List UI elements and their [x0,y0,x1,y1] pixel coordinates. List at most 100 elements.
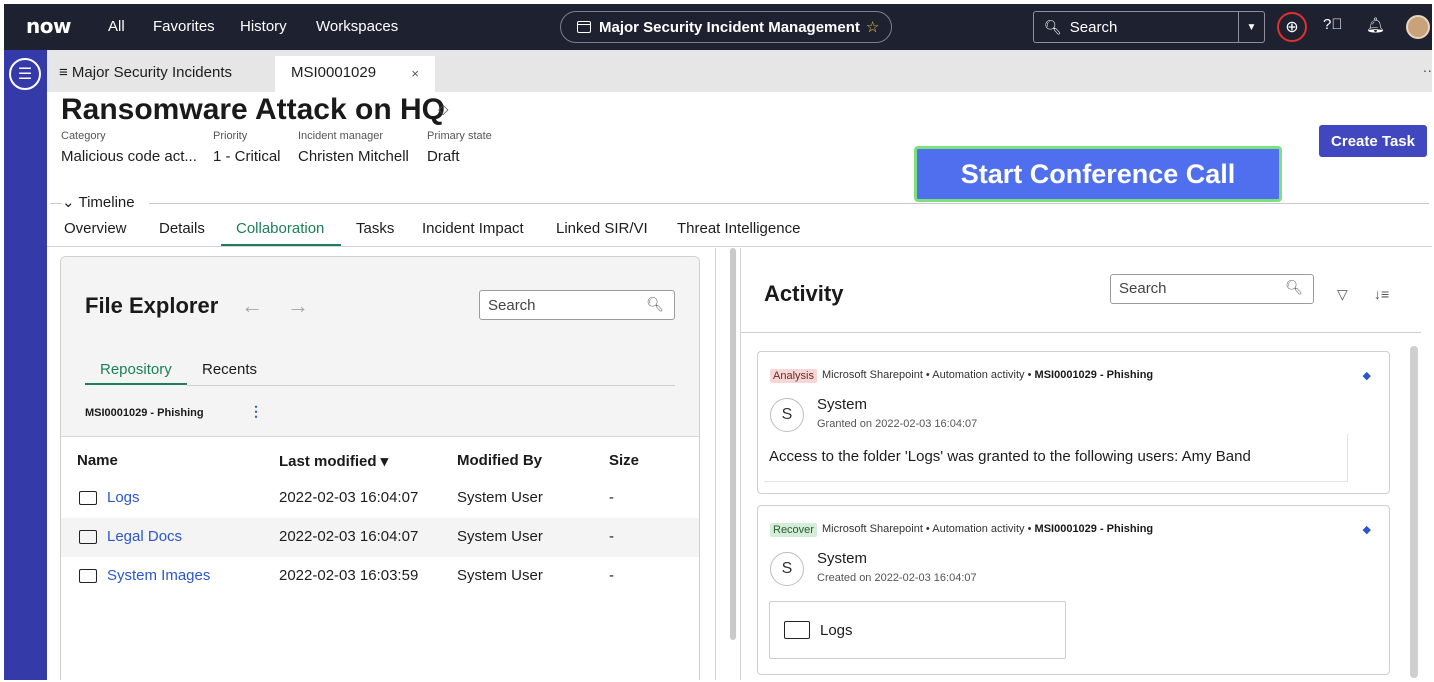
panel-splitter[interactable] [715,248,716,680]
priority-label: Priority [213,130,248,142]
create-task-button[interactable]: Create Task [1319,125,1427,157]
chevron-down-icon: ⌄ [62,194,75,211]
globe-icon[interactable]: ⊕ [1277,12,1307,42]
file-modified: 2022-02-03 16:04:07 [279,528,419,545]
timeline-toggle[interactable]: ⌄ Timeline [62,193,135,211]
search-scope-dropdown[interactable]: ▼ [1238,12,1264,42]
search-icon: 🔍︎ [646,296,664,312]
tab-record[interactable]: MSI0001029 × [275,56,435,92]
tab-incident-impact[interactable]: Incident Impact [422,220,524,237]
record-tabs: Overview Details Collaboration Tasks Inc… [47,216,1432,247]
servicenow-logo[interactable]: now [26,14,71,38]
timeline-divider [149,203,1429,204]
tab-major-security-incidents[interactable]: ≡ Major Security Incidents [59,64,232,81]
activity-scrollbar[interactable] [1410,346,1418,678]
top-navigation-bar: now All Favorites History Workspaces Maj… [4,4,1432,50]
global-search-input[interactable]: 🔍︎ Search ▼ [1033,11,1265,43]
active-tab-indicator [221,244,341,246]
file-name-link[interactable]: Legal Docs [107,528,182,545]
activity-timestamp: Created on 2022-02-03 16:04:07 [817,572,977,584]
activity-source-text: Microsoft Sharepoint • Automation activi… [822,523,1032,535]
primary-state-value: Draft [427,148,460,165]
incident-manager-value: Christen Mitchell [298,148,409,165]
tag-icon[interactable]: ◆ [1363,369,1371,382]
activity-card: Recover Microsoft Sharepoint • Automatio… [757,505,1390,675]
file-name-link[interactable]: Logs [107,489,140,506]
subtab-divider [187,385,675,386]
help-icon[interactable]: ?⃝ [1323,16,1343,33]
app-frame: now All Favorites History Workspaces Maj… [4,4,1432,680]
file-modified: 2022-02-03 16:04:07 [279,489,419,506]
logo-text: now [26,14,71,38]
incident-manager-label: Incident manager [298,130,383,142]
more-options-icon[interactable]: ⋮ [249,403,263,420]
file-size: - [609,528,614,545]
tag-icon[interactable]: ⬦ [438,101,449,118]
file-search-placeholder: Search [488,297,536,314]
file-explorer-header: File Explorer ← → Search 🔍︎ Repository R… [61,257,699,437]
folder-icon [784,621,810,639]
timeline-divider-left [50,203,62,204]
column-name[interactable]: Name [77,452,118,469]
table-row[interactable]: Legal Docs 2022-02-03 16:04:07 System Us… [61,518,699,557]
nav-history[interactable]: History [240,18,287,35]
column-last-modified[interactable]: Last modified ▾ [279,452,388,470]
more-tabs-icon[interactable]: ·· [1423,62,1432,78]
close-tab-icon[interactable]: × [411,66,419,81]
status-badge: Recover [770,523,817,537]
status-badge: Analysis [770,369,817,383]
nav-all[interactable]: All [108,18,125,35]
tab-collaboration[interactable]: Collaboration [236,220,324,237]
nav-favorites[interactable]: Favorites [153,18,215,35]
left-rail: ☰ [4,50,47,680]
file-attachment[interactable]: Logs [769,601,1066,659]
tag-icon[interactable]: ◆ [1363,523,1371,536]
app-title-pill[interactable]: Major Security Incident Management ☆ [560,11,892,43]
tab-linked-sir-vi[interactable]: Linked SIR/VI [556,220,648,237]
subtab-recents[interactable]: Recents [202,361,257,378]
column-modified-by[interactable]: Modified By [457,452,542,469]
sort-icon[interactable]: ↓≡ [1374,286,1389,302]
activity-user: System [817,550,868,567]
user-avatar[interactable] [1406,15,1430,39]
activity-user: System [817,396,868,413]
activity-message: Access to the folder 'Logs' was granted … [769,448,1251,465]
activity-header-divider [741,332,1421,333]
tab-overview[interactable]: Overview [64,220,127,237]
filter-icon[interactable]: ▽ [1337,286,1348,303]
table-row[interactable]: Logs 2022-02-03 16:04:07 System User - [61,479,699,518]
activity-panel-border [740,248,741,680]
search-icon: 🔍︎ [1044,18,1062,35]
activity-record: MSI0001029 - Phishing [1034,523,1154,535]
file-name-link[interactable]: System Images [107,567,210,584]
tab-details[interactable]: Details [159,220,205,237]
folder-icon [79,491,97,505]
tab-tasks[interactable]: Tasks [356,220,394,237]
start-conference-call-button[interactable]: Start Conference Call [914,146,1282,202]
table-row[interactable]: System Images 2022-02-03 16:03:59 System… [61,557,699,596]
breadcrumb[interactable]: MSI0001029 - Phishing [85,407,204,419]
activity-card: Analysis Microsoft Sharepoint • Automati… [757,351,1390,494]
file-size: - [609,567,614,584]
forward-arrow-icon[interactable]: → [287,293,309,319]
activity-search-input[interactable]: Search 🔍︎ [1110,274,1314,304]
activity-source: Microsoft Sharepoint • Automation activi… [822,523,1153,535]
window-icon [577,21,591,33]
back-arrow-icon[interactable]: ← [241,293,263,319]
record-title: Ransomware Attack on HQ [61,93,445,126]
activity-record: MSI0001029 - Phishing [1034,369,1154,381]
search-icon: 🔍︎ [1285,279,1303,295]
folder-icon [79,530,97,544]
subtab-repository[interactable]: Repository [100,361,172,378]
primary-state-label: Primary state [427,130,492,142]
timeline-label: Timeline [78,194,135,211]
notification-bell-icon[interactable]: 🔔︎ [1366,16,1385,34]
file-modified: 2022-02-03 16:03:59 [279,567,419,584]
column-size[interactable]: Size [609,452,639,469]
file-search-input[interactable]: Search 🔍︎ [479,290,675,320]
favorite-star-icon[interactable]: ☆ [866,18,879,36]
nav-workspaces[interactable]: Workspaces [316,18,398,35]
tab-threat-intelligence[interactable]: Threat Intelligence [677,220,800,237]
left-scrollbar[interactable] [730,248,736,640]
list-menu-icon[interactable]: ☰ [9,58,41,90]
